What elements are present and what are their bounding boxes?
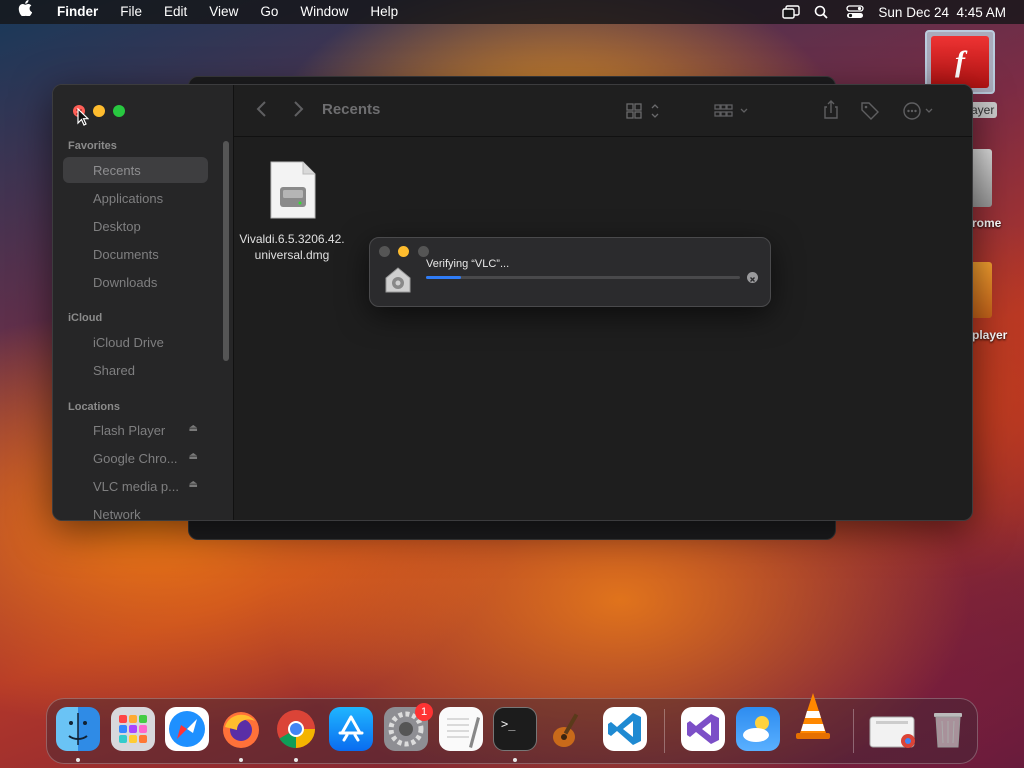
installer-gear-icon [384,266,412,299]
app-store-icon[interactable] [329,707,373,751]
svg-text:>_: >_ [501,717,516,731]
apple-menu-icon[interactable] [0,0,46,24]
verify-progress-bar [426,276,740,279]
garageband-icon[interactable] [547,707,591,751]
vscode-icon[interactable] [603,707,647,751]
textedit-icon[interactable] [439,707,483,751]
menu-edit[interactable]: Edit [153,0,198,24]
sidebar-item-label: iCloud Drive [93,334,164,350]
menu-window[interactable]: Window [289,0,359,24]
menubar-clock[interactable]: Sun Dec 24 4:45 AM [878,5,1006,20]
zoom-button[interactable] [113,105,125,117]
spotlight-icon[interactable] [814,5,832,19]
weather-icon[interactable] [736,707,780,751]
verifying-dialog: Verifying “VLC”... [369,237,771,307]
verify-progress-fill [426,276,461,279]
screen-mirroring-icon[interactable] [782,5,801,19]
group-icon[interactable] [714,102,750,125]
visual-studio-icon[interactable] [681,707,725,751]
sidebar-item-network[interactable]: Network [63,501,208,521]
menu-help[interactable]: Help [359,0,409,24]
more-icon[interactable] [902,101,938,126]
app-menu-finder[interactable]: Finder [46,0,109,24]
sidebar-item-downloads[interactable]: Downloads [63,269,208,295]
sidebar-item-label: Google Chro... [93,450,178,466]
sidebar-item-label: Recents [93,162,141,178]
finder-toolbar: Recents [234,85,972,137]
sidebar-item-label: Applications [93,190,164,206]
zoom-button[interactable] [418,246,429,257]
sidebar-item-recents[interactable]: Recents [63,157,208,183]
sidebar-item-label: Downloads [93,274,158,290]
eject-icon[interactable]: ⏏ [189,451,198,462]
sidebar-item-icloud-drive[interactable]: iCloud Drive [63,329,208,355]
finder-icon[interactable] [56,707,100,751]
firefox-icon[interactable] [219,707,263,751]
window-title: Recents [322,101,381,118]
menu-view[interactable]: View [198,0,249,24]
forward-icon[interactable] [292,100,304,122]
tag-icon[interactable] [860,101,880,126]
minimize-button[interactable] [93,105,105,117]
sidebar-scrollbar[interactable] [223,141,229,361]
file-name[interactable]: Vivaldi.6.5.3206.42.universal.dmg [238,231,346,263]
sidebar-item-label: Flash Player [93,422,166,438]
mouse-cursor-icon [77,107,90,131]
menu-file[interactable]: File [109,0,153,24]
sidebar-heading-locations: Locations [68,401,120,413]
desktop-item-label: player [972,328,1008,342]
minimize-button[interactable] [398,246,409,257]
disk-image-icon [270,161,316,219]
sidebar-item-label: Documents [93,246,159,262]
sidebar-item-flash-player[interactable]: Flash Player ⏏ [63,417,208,443]
desktop-item-label: rome [972,216,1002,230]
view-grid-icon[interactable] [626,102,662,125]
sidebar-item-shared[interactable]: Shared [63,357,208,383]
eject-icon[interactable]: ⏏ [189,423,198,434]
share-icon[interactable] [822,100,840,125]
verifying-message: Verifying “VLC”... [426,258,510,270]
sidebar-item-label: Network [93,506,141,521]
launchpad-icon[interactable] [111,707,155,751]
sidebar-item-google-chrome[interactable]: Google Chro... ⏏ [63,445,208,471]
control-center-icon[interactable] [846,5,865,19]
chrome-icon[interactable] [274,707,318,751]
sidebar-item-vlc[interactable]: VLC media p... ⏏ [63,473,208,499]
sidebar-item-label: Desktop [93,218,141,234]
sidebar-item-documents[interactable]: Documents [63,241,208,267]
safari-icon[interactable] [165,707,209,751]
cancel-verify-icon[interactable] [747,272,758,283]
trash-icon[interactable] [926,707,970,751]
sidebar-heading-favorites: Favorites [68,140,117,152]
menu-bar: Finder File Edit View Go Window Help Sun… [0,0,1024,24]
sidebar-item-applications[interactable]: Applications [63,185,208,211]
dock: 1 >_ [46,693,978,764]
sidebar-heading-icloud: iCloud [68,312,103,324]
chrome-installer-icon[interactable] [868,707,915,751]
sidebar-item-desktop[interactable]: Desktop [63,213,208,239]
vlc-icon[interactable] [791,691,835,743]
eject-icon[interactable]: ⏏ [189,479,198,490]
sidebar-item-label: VLC media p... [93,478,179,494]
menu-go[interactable]: Go [249,0,289,24]
notification-badge: 1 [415,703,433,721]
back-icon[interactable] [256,100,268,122]
finder-sidebar: Favorites Recents Applications Desktop D… [53,85,234,521]
close-button[interactable] [379,246,390,257]
terminal-icon[interactable]: >_ [493,707,537,751]
sidebar-item-label: Shared [93,362,135,378]
